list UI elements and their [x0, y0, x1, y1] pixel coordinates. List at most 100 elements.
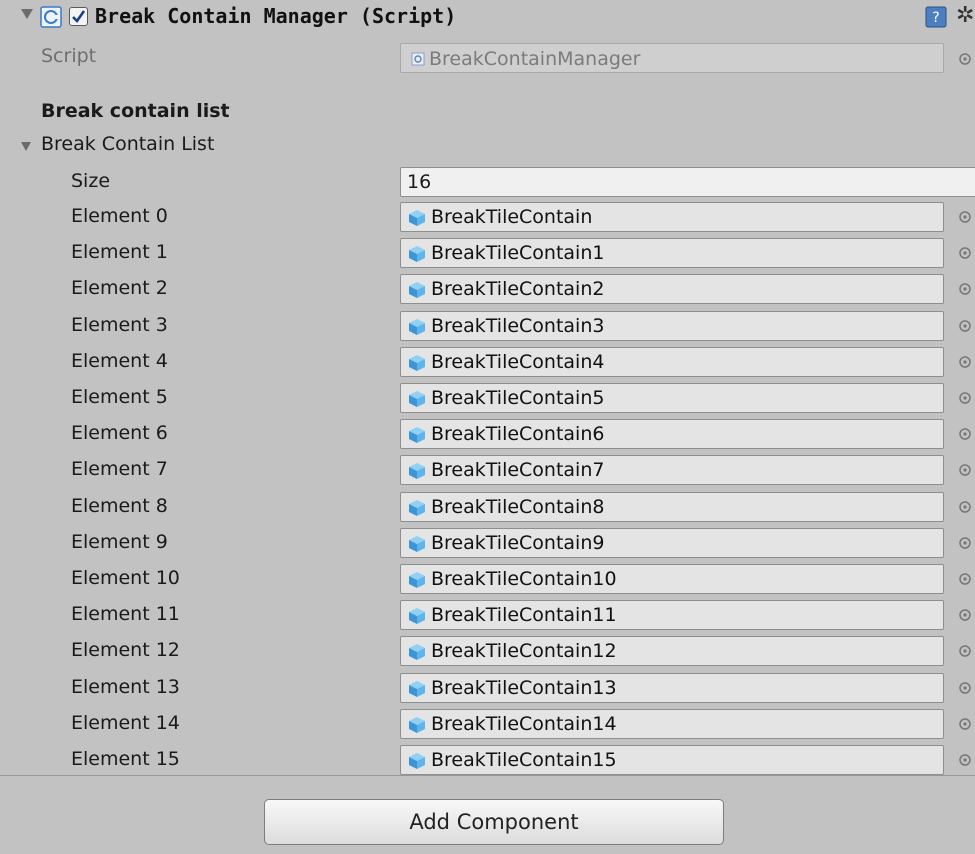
component-header: Break Contain Manager (Script) ? ✲: [0, 0, 975, 34]
object-picker-icon[interactable]: [957, 607, 973, 623]
prefab-cube-icon: [409, 282, 425, 298]
object-picker-icon[interactable]: [957, 318, 973, 334]
list-item: Element 6 BreakTileContain6: [0, 418, 975, 454]
prefab-cube-icon: [409, 753, 425, 769]
object-picker-icon[interactable]: [957, 281, 973, 297]
list-item: Element 13 BreakTileContain13: [0, 672, 975, 708]
object-field-value: BreakTileContain8: [431, 496, 605, 518]
object-picker-icon[interactable]: [957, 643, 973, 659]
object-field-value: BreakTileContain1: [431, 242, 605, 264]
add-component-button[interactable]: Add Component: [264, 799, 724, 845]
object-field[interactable]: BreakTileContain3: [400, 311, 944, 341]
object-field[interactable]: BreakTileContain11: [400, 600, 944, 630]
object-picker-icon[interactable]: [957, 499, 973, 515]
element-label: Element 7: [71, 458, 168, 480]
object-field[interactable]: BreakTileContain1: [400, 238, 944, 268]
list-item: Element 1 BreakTileContain1: [0, 237, 975, 273]
list-item: Element 2 BreakTileContain2: [0, 273, 975, 309]
list-item: Element 4 BreakTileContain4: [0, 346, 975, 382]
prefab-cube-icon: [409, 246, 425, 262]
element-label: Element 12: [71, 639, 180, 661]
list-item: Element 11 BreakTileContain11: [0, 599, 975, 635]
object-field[interactable]: BreakTileContain8: [400, 492, 944, 522]
script-file-icon: [411, 52, 425, 66]
prefab-cube-icon: [409, 572, 425, 588]
object-picker-icon[interactable]: [957, 245, 973, 261]
element-label: Element 15: [71, 748, 180, 770]
size-value: 16: [407, 171, 432, 193]
help-icon[interactable]: ?: [925, 6, 947, 28]
object-field[interactable]: BreakTileContain4: [400, 347, 944, 377]
object-picker-icon[interactable]: [957, 51, 973, 67]
object-picker-icon[interactable]: [957, 752, 973, 768]
prefab-cube-icon: [409, 355, 425, 371]
object-field-value: BreakTileContain9: [431, 532, 605, 554]
object-field-value: BreakTileContain12: [431, 640, 617, 662]
element-label: Element 8: [71, 495, 168, 517]
list-item: Element 8 BreakTileContain8: [0, 491, 975, 527]
gear-icon[interactable]: ✲: [956, 5, 974, 27]
prefab-cube-icon: [409, 427, 425, 443]
element-label: Element 10: [71, 567, 180, 589]
component-enabled-checkbox[interactable]: [69, 7, 88, 26]
element-label: Element 9: [71, 531, 168, 553]
script-field[interactable]: BreakContainManager: [400, 43, 944, 73]
object-field[interactable]: BreakTileContain: [400, 202, 944, 232]
element-label: Element 14: [71, 712, 180, 734]
object-picker-icon[interactable]: [957, 571, 973, 587]
object-field-value: BreakTileContain11: [431, 604, 617, 626]
object-picker-icon[interactable]: [957, 209, 973, 225]
object-field-value: BreakTileContain14: [431, 713, 617, 735]
object-field[interactable]: BreakTileContain13: [400, 673, 944, 703]
object-field[interactable]: BreakTileContain12: [400, 636, 944, 666]
object-picker-icon[interactable]: [957, 354, 973, 370]
object-field-value: BreakTileContain2: [431, 278, 605, 300]
object-picker-icon[interactable]: [957, 535, 973, 551]
list-item: Element 0 BreakTileContain: [0, 201, 975, 237]
object-field[interactable]: BreakTileContain10: [400, 564, 944, 594]
prefab-cube-icon: [409, 391, 425, 407]
object-field[interactable]: BreakTileContain14: [400, 709, 944, 739]
prefab-cube-icon: [409, 319, 425, 335]
prefab-cube-icon: [409, 500, 425, 516]
list-item: Element 7 BreakTileContain7: [0, 454, 975, 490]
element-label: Element 4: [71, 350, 168, 372]
prefab-cube-icon: [409, 717, 425, 733]
object-field[interactable]: BreakTileContain2: [400, 274, 944, 304]
script-field-value: BreakContainManager: [429, 48, 641, 70]
object-field-value: BreakTileContain15: [431, 749, 617, 771]
size-input[interactable]: 16: [400, 167, 975, 197]
object-field-value: BreakTileContain: [431, 206, 593, 228]
list-foldout-arrow-icon[interactable]: [21, 142, 31, 151]
object-picker-icon[interactable]: [957, 390, 973, 406]
divider: [0, 775, 975, 776]
object-field[interactable]: BreakTileContain7: [400, 455, 944, 485]
list-item: Element 3 BreakTileContain3: [0, 310, 975, 346]
svg-text:?: ?: [932, 10, 939, 26]
list-label[interactable]: Break Contain List: [41, 133, 214, 155]
object-picker-icon[interactable]: [957, 716, 973, 732]
foldout-arrow-icon[interactable]: [21, 9, 33, 19]
object-field[interactable]: BreakTileContain5: [400, 383, 944, 413]
object-field-value: BreakTileContain5: [431, 387, 605, 409]
element-label: Element 6: [71, 422, 168, 444]
object-field-value: BreakTileContain4: [431, 351, 605, 373]
script-label: Script: [41, 45, 97, 67]
element-label: Element 5: [71, 386, 168, 408]
list-item: Element 10 BreakTileContain10: [0, 563, 975, 599]
object-picker-icon[interactable]: [957, 426, 973, 442]
component-title: Break Contain Manager (Script): [95, 4, 457, 28]
element-label: Element 1: [71, 241, 168, 263]
list-item: Element 9 BreakTileContain9: [0, 527, 975, 563]
object-field[interactable]: BreakTileContain9: [400, 528, 944, 558]
object-field-value: BreakTileContain13: [431, 677, 617, 699]
object-field[interactable]: BreakTileContain15: [400, 745, 944, 775]
element-label: Element 0: [71, 205, 168, 227]
object-field-value: BreakTileContain7: [431, 459, 605, 481]
object-field[interactable]: BreakTileContain6: [400, 419, 944, 449]
object-picker-icon[interactable]: [957, 680, 973, 696]
list-item: Element 12 BreakTileContain12: [0, 635, 975, 671]
size-label: Size: [71, 170, 111, 192]
object-picker-icon[interactable]: [957, 462, 973, 478]
element-label: Element 11: [71, 603, 180, 625]
